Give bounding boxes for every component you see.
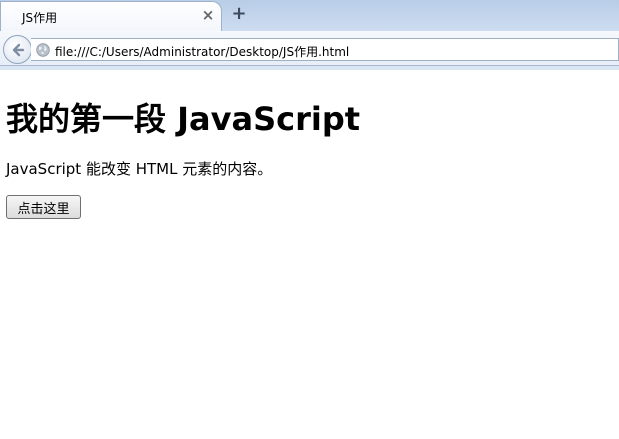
tab-strip: JS作用 × + (0, 0, 619, 31)
browser-chrome: JS作用 × + file:///C:/Users/Administrator/… (0, 0, 619, 70)
page-content: 我的第一段 JavaScript JavaScript 能改变 HTML 元素的… (0, 70, 619, 439)
address-bar[interactable]: file:///C:/Users/Administrator/Desktop/J… (31, 38, 619, 61)
tab-close-icon[interactable]: × (200, 6, 216, 24)
navigation-bar: file:///C:/Users/Administrator/Desktop/J… (0, 31, 619, 66)
new-tab-icon[interactable]: + (230, 4, 248, 24)
back-button[interactable] (3, 35, 32, 64)
page-paragraph: JavaScript 能改变 HTML 元素的内容。 (6, 160, 273, 178)
globe-icon (36, 43, 50, 57)
url-text: file:///C:/Users/Administrator/Desktop/J… (55, 45, 350, 59)
click-here-button[interactable]: 点击这里 (6, 195, 81, 219)
tab-title: JS作用 (22, 11, 58, 25)
tab-js-page[interactable]: JS作用 × (0, 1, 222, 31)
page-heading: 我的第一段 JavaScript (6, 100, 361, 138)
back-arrow-icon (12, 43, 24, 56)
